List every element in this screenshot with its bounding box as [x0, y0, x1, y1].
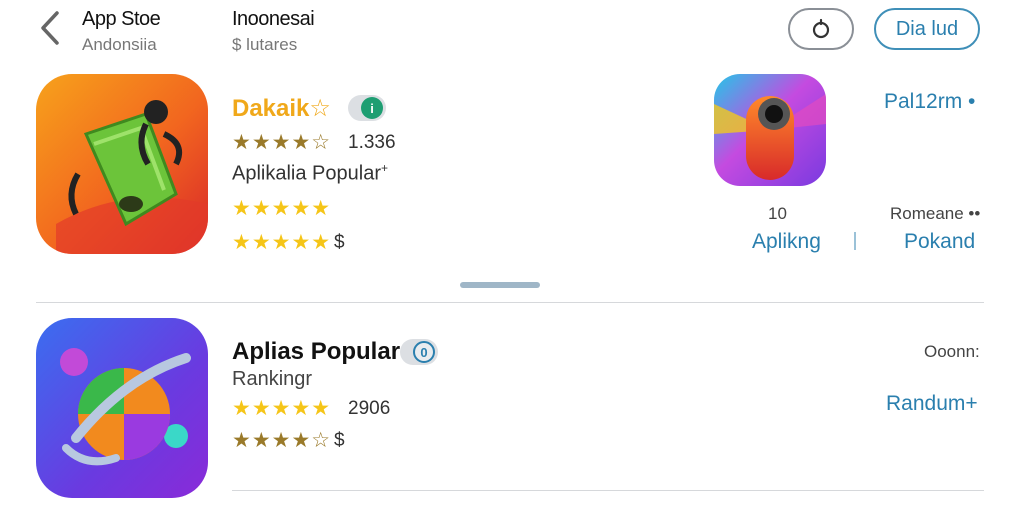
app-name[interactable]: Dakaik☆: [232, 94, 331, 123]
rating-stars-secondary: ★★★★★: [232, 196, 332, 220]
region-subtitle: $ lutares: [232, 35, 298, 54]
page-title: App Stoe: [82, 8, 161, 30]
header-action-button[interactable]: Dia lud: [874, 8, 980, 50]
featured-count: 10: [768, 204, 787, 223]
drag-handle[interactable]: [460, 282, 540, 288]
featured-link-right[interactable]: Pokand: [904, 230, 975, 254]
category-text: Aplikalia Popular: [232, 162, 381, 185]
category-label: Aplikalia Popular+: [232, 161, 388, 186]
app-subtitle: Rankingr: [232, 368, 313, 390]
back-button[interactable]: [36, 8, 64, 48]
featured-link-left[interactable]: Aplikng: [752, 230, 821, 254]
app-name-second[interactable]: Aplias Popular: [232, 338, 400, 366]
refresh-button[interactable]: [788, 8, 854, 50]
app-icon-dakaik[interactable]: [36, 74, 208, 254]
app-badge: i: [348, 95, 386, 121]
link-separator: [854, 232, 856, 250]
rating-count: 1.336: [348, 132, 396, 153]
price-label: $: [334, 232, 345, 253]
top-bar: App Stoe Andonsiia Inoonesai $ lutares D…: [0, 0, 1024, 64]
category-mark: +: [380, 161, 388, 175]
info-icon: 0: [413, 341, 435, 363]
store-title-block: App Stoe Andonsiia: [82, 8, 161, 55]
region-block: Inoonesai $ lutares: [232, 8, 315, 55]
section-divider: [36, 302, 984, 303]
chevron-left-icon: [41, 11, 59, 45]
second-right-link[interactable]: Randum+: [886, 392, 978, 416]
second-right-label: Ooonn:: [924, 342, 980, 361]
featured-top-link[interactable]: Pal12rm •: [884, 90, 975, 114]
rating-stars-second-alt: ★★★★☆: [232, 428, 332, 452]
rating-stars: ★★★★☆: [232, 130, 332, 154]
app-icon-aplias[interactable]: [36, 318, 208, 498]
app-badge-second: 0: [400, 339, 438, 365]
info-icon: i: [361, 97, 383, 119]
rating-stars-second: ★★★★★: [232, 396, 332, 420]
price-label-second: $: [334, 430, 345, 451]
rating-count-second: 2906: [348, 398, 391, 419]
featured-label: Romeane ••: [890, 204, 981, 223]
refresh-icon: [812, 18, 830, 39]
rating-stars-tertiary: ★★★★★: [232, 230, 332, 254]
region-title: Inoonesai: [232, 8, 315, 30]
featured-app-icon[interactable]: [714, 74, 826, 186]
bottom-divider: [232, 490, 984, 491]
page-subtitle: Andonsiia: [82, 35, 157, 54]
